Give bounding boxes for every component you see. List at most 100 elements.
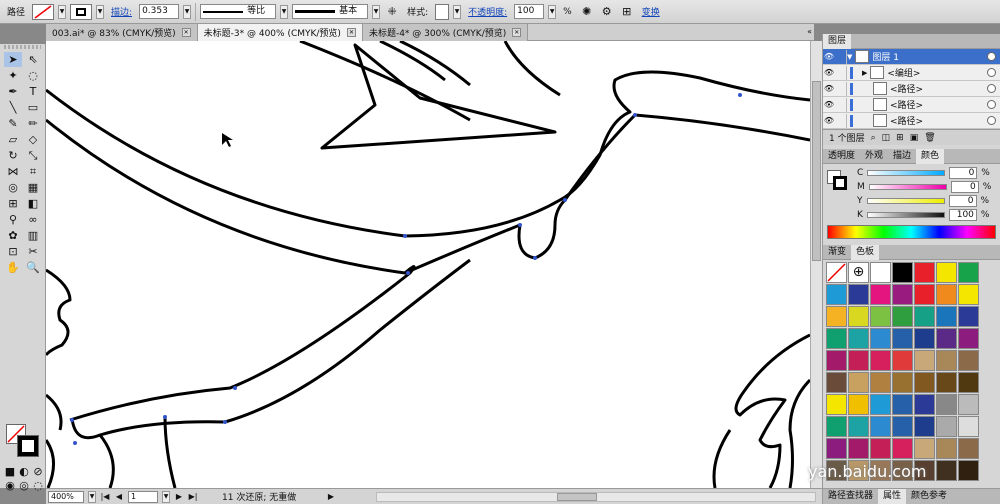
color-swatch[interactable] [958, 284, 979, 305]
color-swatch[interactable] [848, 416, 869, 437]
delete-layer-icon[interactable]: 🗑 [924, 133, 935, 143]
expand-icon[interactable]: ▶ [862, 69, 867, 77]
direct-selection-tool-icon[interactable]: ⇖ [24, 52, 42, 67]
magic-wand-tool-icon[interactable]: ✦ [4, 68, 22, 83]
status-menu-icon[interactable]: ▶ [326, 492, 336, 501]
profile-dropdown[interactable]: ▼ [280, 4, 289, 19]
color-swatch[interactable] [914, 416, 935, 437]
color-swatch[interactable] [936, 350, 957, 371]
draw-behind-icon[interactable]: ◎ [18, 478, 30, 493]
lock-toggle[interactable] [835, 49, 847, 64]
color-swatch[interactable] [958, 394, 979, 415]
tab-transparency[interactable]: 透明度 [823, 149, 860, 164]
layer-row[interactable]: 👁 ▶ <编组> [823, 65, 1000, 81]
tab-stroke[interactable]: 描边 [888, 149, 916, 164]
new-sublayer-icon[interactable]: ⊞ [896, 133, 904, 143]
eyedropper-tool-icon[interactable]: ⚲ [4, 212, 22, 227]
opacity-dropdown[interactable]: ▼ [548, 4, 557, 19]
layer-row[interactable]: 👁 <路径> [823, 81, 1000, 97]
shape-builder-tool-icon[interactable]: ◎ [4, 180, 22, 195]
stroke-swatch[interactable] [70, 3, 93, 20]
fill-dropdown[interactable]: ▼ [58, 4, 67, 19]
color-swatch[interactable] [892, 350, 913, 371]
pen-tool-icon[interactable]: ✒ [4, 84, 22, 99]
artboard-canvas[interactable] [46, 41, 810, 488]
color-swatch[interactable] [914, 262, 935, 283]
target-icon[interactable] [987, 116, 996, 125]
target-icon[interactable] [987, 100, 996, 109]
column-graph-tool-icon[interactable]: ▥ [24, 228, 42, 243]
last-artboard-icon[interactable]: ▶| [188, 492, 198, 501]
channel-slider[interactable] [866, 212, 945, 218]
stroke-box[interactable] [17, 435, 39, 457]
color-swatch[interactable] [826, 284, 847, 305]
scroll-thumb[interactable] [812, 81, 821, 261]
color-swatch[interactable] [826, 394, 847, 415]
color-swatch[interactable] [914, 284, 935, 305]
color-swatch[interactable] [892, 416, 913, 437]
blob-brush-tool-icon[interactable]: ▱ [4, 132, 22, 147]
color-swatch[interactable] [936, 460, 957, 481]
artboard-dropdown[interactable]: ▼ [162, 490, 170, 503]
lock-toggle[interactable] [835, 65, 847, 80]
symbol-sprayer-tool-icon[interactable]: ✿ [4, 228, 22, 243]
selection-tool-icon[interactable]: ➤ [4, 52, 22, 67]
tab-layers[interactable]: 图层 [823, 33, 852, 49]
color-swatch[interactable] [826, 350, 847, 371]
color-swatch[interactable] [848, 350, 869, 371]
lasso-tool-icon[interactable]: ◌ [24, 68, 42, 83]
fill-swatch[interactable] [32, 3, 55, 20]
color-swatch[interactable] [892, 438, 913, 459]
recolor-artwork-icon[interactable]: ✺ [579, 4, 595, 20]
color-swatch[interactable] [958, 328, 979, 349]
lock-toggle[interactable] [835, 81, 847, 96]
tab-color[interactable]: 颜色 [916, 148, 945, 164]
brush-definition[interactable]: 基本 [292, 4, 369, 19]
mesh-tool-icon[interactable]: ⊞ [4, 196, 22, 211]
color-swatch[interactable] [914, 438, 935, 459]
color-swatch[interactable] [848, 328, 869, 349]
color-swatch[interactable] [848, 438, 869, 459]
close-icon[interactable]: ✕ [181, 28, 191, 37]
color-swatch[interactable] [914, 306, 935, 327]
rotate-tool-icon[interactable]: ↻ [4, 148, 22, 163]
type-tool-icon[interactable]: T [24, 84, 42, 99]
prev-artboard-icon[interactable]: ◀ [114, 492, 124, 501]
color-swatch[interactable] [892, 372, 913, 393]
new-layer-icon[interactable]: ▣ [910, 133, 919, 143]
eye-icon[interactable]: 👁 [823, 68, 835, 77]
channel-value[interactable]: 0 [948, 195, 977, 207]
vertical-scrollbar[interactable] [810, 41, 822, 488]
color-swatch[interactable] [892, 306, 913, 327]
target-icon[interactable] [987, 68, 996, 77]
lock-toggle[interactable] [835, 113, 847, 128]
first-artboard-icon[interactable]: |◀ [100, 492, 110, 501]
eye-icon[interactable]: 👁 [823, 100, 835, 109]
color-swatch[interactable] [848, 394, 869, 415]
eye-icon[interactable]: 👁 [823, 52, 835, 61]
make-clipping-mask-icon[interactable]: ◫ [882, 133, 891, 143]
fill-stroke-widget[interactable] [827, 170, 849, 192]
zoom-dropdown[interactable]: ▼ [88, 490, 96, 503]
layer-row[interactable]: 👁 ▼ 图层 1 [823, 49, 1000, 65]
color-swatch[interactable] [914, 372, 935, 393]
zoom-tool-icon[interactable]: 🔍 [24, 260, 42, 275]
color-swatch[interactable] [892, 284, 913, 305]
align-stroke-icon[interactable]: ⁜ [384, 4, 400, 20]
color-swatch[interactable] [870, 416, 891, 437]
color-swatch[interactable] [870, 438, 891, 459]
channel-slider[interactable] [867, 170, 946, 176]
color-swatch[interactable] [914, 394, 935, 415]
next-artboard-icon[interactable]: ▶ [174, 492, 184, 501]
channel-slider[interactable] [866, 198, 945, 204]
eye-icon[interactable]: 👁 [823, 116, 835, 125]
color-swatch[interactable] [958, 460, 979, 481]
slice-tool-icon[interactable]: ✂ [24, 244, 42, 259]
layer-row[interactable]: 👁 <路径> [823, 97, 1000, 113]
transform-link[interactable]: 变换 [639, 5, 663, 18]
gear-icon[interactable]: ⚙ [599, 4, 615, 20]
channel-slider[interactable] [868, 184, 947, 190]
color-swatch[interactable] [958, 372, 979, 393]
expand-icon[interactable]: ▼ [847, 53, 852, 61]
color-swatch[interactable] [936, 284, 957, 305]
